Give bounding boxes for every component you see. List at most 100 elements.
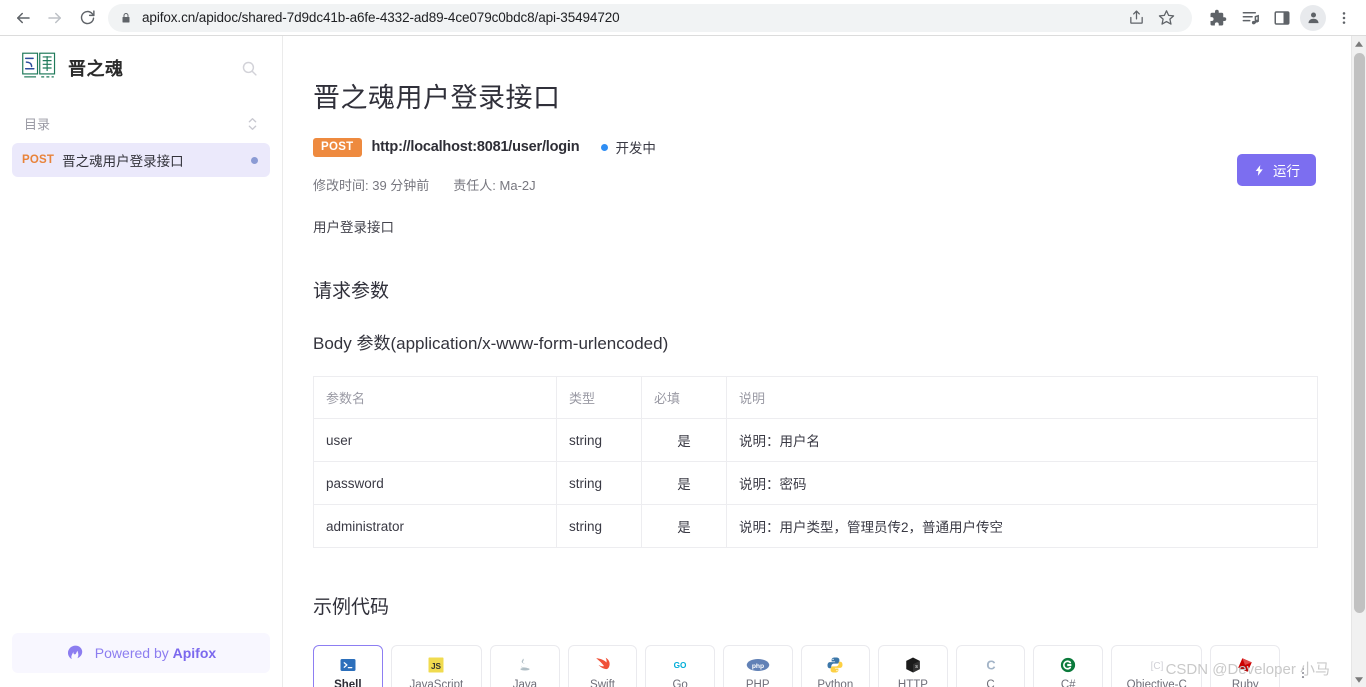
vertical-scrollbar[interactable] <box>1351 36 1366 687</box>
bookmark-button[interactable] <box>1152 4 1180 32</box>
scrollbar-thumb[interactable] <box>1354 53 1365 613</box>
powered-prefix: Powered by <box>94 645 173 661</box>
tab-label: Java <box>512 679 538 687</box>
arrow-right-icon <box>48 12 61 23</box>
page-body: 晋之魂 目录 POST 晋之魂用户登录接口 Powered by Apifox … <box>0 36 1366 687</box>
param-desc: 说明：用户名 <box>726 418 1318 462</box>
sidebar-item-label: 晋之魂用户登录接口 <box>62 154 184 169</box>
params-table: 参数名 类型 必填 说明 user string 是 说明：用户名 passwo… <box>313 376 1318 548</box>
javascript-icon: JS <box>427 655 445 674</box>
profile-avatar-icon <box>1308 12 1318 24</box>
sort-updown-icon <box>248 117 257 130</box>
tab-label: C# <box>1060 679 1076 687</box>
tab-shell[interactable]: Shell <box>313 645 383 687</box>
api-url: http://localhost:8081/user/login <box>371 139 580 155</box>
param-desc: 说明：密码 <box>726 461 1318 505</box>
python-icon <box>826 655 844 674</box>
svg-text:JS: JS <box>431 661 442 670</box>
status-dot-icon <box>601 143 609 151</box>
language-more-button[interactable] <box>1290 653 1316 687</box>
page-title: 晋之魂用户登录接口 <box>313 83 561 113</box>
sidebar-item-status-dot <box>251 156 258 164</box>
sidebar-item-login-api[interactable]: POST 晋之魂用户登录接口 <box>12 143 270 177</box>
powered-by-apifox[interactable]: Powered by Apifox <box>12 633 270 673</box>
browser-menu-button[interactable] <box>1330 4 1358 32</box>
arrow-left-icon <box>17 12 30 23</box>
table-row: user string 是 说明：用户名 <box>313 418 1318 462</box>
col-header-required: 必填 <box>641 376 727 419</box>
api-endpoint-row: POST http://localhost:8081/user/login 开发… <box>313 137 1316 157</box>
tab-php[interactable]: php PHP <box>722 645 793 687</box>
address-bar[interactable]: apifox.cn/apidoc/shared-7d9dc41b-a6fe-43… <box>108 3 1192 32</box>
star-icon <box>1158 10 1174 25</box>
param-name: user <box>313 418 557 462</box>
share-button[interactable] <box>1122 4 1150 32</box>
api-doc: 晋之魂用户登录接口 POST http://localhost:8081/use… <box>283 36 1366 687</box>
body-params-heading: Body 参数(application/x-www-form-urlencode… <box>313 334 669 353</box>
c-icon: C <box>982 655 1000 674</box>
side-panel-button[interactable] <box>1268 4 1296 32</box>
brand-logo-icon <box>22 52 56 78</box>
sidebar-item-method: POST <box>22 154 55 166</box>
brand-header: 晋之魂 <box>0 36 282 98</box>
lock-icon <box>120 11 132 25</box>
three-dot-menu-icon <box>1301 667 1305 679</box>
tab-label: JavaScript <box>409 679 464 687</box>
tab-python[interactable]: Python <box>800 645 871 687</box>
tab-swift[interactable]: Swift <box>567 645 638 687</box>
puzzle-icon <box>1210 9 1227 25</box>
tab-javascript[interactable]: JS JavaScript <box>390 645 483 687</box>
objective-c-icon: [C] <box>1147 655 1167 674</box>
sidebar-search-button[interactable] <box>236 55 262 81</box>
profile-button[interactable] <box>1300 4 1326 31</box>
extensions-button[interactable] <box>1204 4 1232 32</box>
browser-toolbar: apifox.cn/apidoc/shared-7d9dc41b-a6fe-43… <box>0 0 1366 36</box>
tab-ruby[interactable]: Ruby <box>1210 645 1281 687</box>
svg-text:s: s <box>915 664 918 670</box>
scroll-up-button[interactable] <box>1352 36 1366 51</box>
catalog-list: POST 晋之魂用户登录接口 <box>0 139 282 177</box>
media-list-icon <box>1242 11 1259 25</box>
tab-objective-c[interactable]: [C] Objective-C <box>1110 645 1203 687</box>
tab-c[interactable]: C C <box>955 645 1026 687</box>
tab-http[interactable]: s HTTP <box>878 645 948 687</box>
http-icon: s <box>904 655 922 674</box>
catalog-label: 目录 <box>24 117 51 132</box>
search-icon <box>242 61 257 76</box>
catalog-sort-button[interactable] <box>247 116 258 132</box>
sample-code-heading: 示例代码 <box>313 597 390 618</box>
table-row: administrator string 是 说明：用户类型，管理员传2，普通用… <box>313 504 1318 548</box>
api-description: 用户登录接口 <box>313 220 394 235</box>
reload-icon <box>80 10 95 25</box>
scroll-down-button[interactable] <box>1352 672 1366 687</box>
tab-label: Python <box>817 679 854 687</box>
reading-list-button[interactable] <box>1236 4 1264 32</box>
tab-label: Ruby <box>1231 679 1259 687</box>
browser-extensions-area <box>1200 4 1358 32</box>
tab-java[interactable]: Java <box>490 645 560 687</box>
table-row: password string 是 说明：密码 <box>313 461 1318 505</box>
url-text: apifox.cn/apidoc/shared-7d9dc41b-a6fe-43… <box>142 10 620 25</box>
go-icon: GO <box>669 655 691 674</box>
svg-text:C: C <box>986 657 995 672</box>
forward-button[interactable] <box>40 3 70 33</box>
run-button-label: 运行 <box>1273 164 1300 179</box>
java-icon <box>517 655 533 674</box>
param-type: string <box>556 504 642 548</box>
run-button[interactable]: 运行 <box>1237 154 1316 186</box>
reload-button[interactable] <box>72 3 102 33</box>
owner-name: 责任人: Ma-2J <box>453 178 536 193</box>
tab-go[interactable]: GO Go <box>645 645 715 687</box>
tab-csharp[interactable]: C# <box>1033 645 1103 687</box>
param-required: 是 <box>641 504 727 548</box>
col-header-name: 参数名 <box>313 376 557 419</box>
svg-text:[C]: [C] <box>1150 660 1163 671</box>
api-status-text: 开发中 <box>615 141 656 156</box>
share-icon <box>1129 10 1143 24</box>
chevron-up-icon <box>1355 40 1363 47</box>
tab-label: Swift <box>590 679 615 687</box>
back-button[interactable] <box>8 3 38 33</box>
col-header-type: 类型 <box>556 376 642 419</box>
param-desc: 说明：用户类型，管理员传2，普通用户传空 <box>726 504 1318 548</box>
omnibox-actions <box>1122 4 1180 32</box>
